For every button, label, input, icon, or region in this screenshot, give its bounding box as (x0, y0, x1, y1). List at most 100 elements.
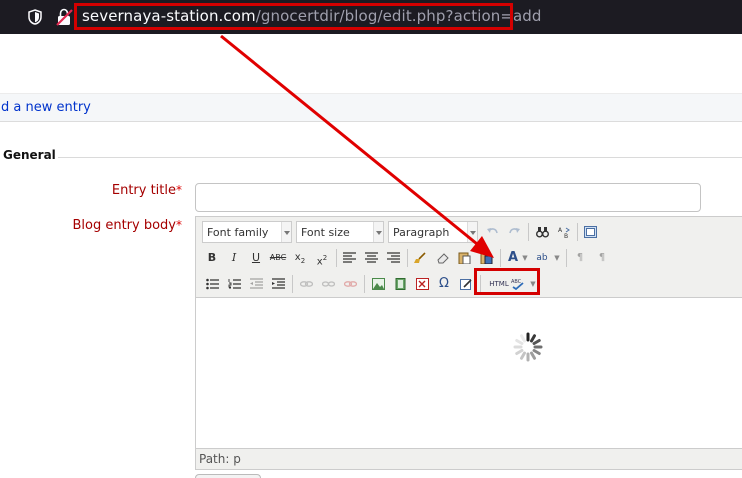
paste-text-icon (458, 252, 470, 264)
image-icon (371, 278, 385, 290)
outdent-icon (249, 278, 263, 289)
undo-button[interactable] (482, 222, 502, 242)
redo-button[interactable] (504, 222, 524, 242)
html-edit-icon (459, 279, 472, 290)
insert-equation-button[interactable] (412, 274, 432, 294)
align-right-button[interactable] (383, 248, 403, 268)
entry-title-label-text: Entry title (111, 183, 176, 198)
toolbar-separator (292, 275, 293, 293)
chevron-down-icon[interactable]: ▼ (520, 248, 530, 268)
required-mark: * (176, 218, 182, 232)
rich-text-editor: Font family Font size Paragraph AB B I U… (195, 216, 742, 470)
fullscreen-icon (583, 226, 597, 238)
section-legend-general[interactable]: General (3, 148, 56, 162)
insert-media-button[interactable] (390, 274, 410, 294)
toolbar-separator (500, 249, 501, 267)
search-button[interactable] (532, 222, 552, 242)
unlink-icon (321, 281, 335, 287)
insert-link-button[interactable] (296, 274, 316, 294)
page-header-area (0, 34, 742, 94)
paragraph-value: Paragraph (393, 226, 450, 239)
superscript-button[interactable]: x2 (312, 248, 332, 268)
redo-icon (508, 228, 520, 234)
entry-title-input[interactable] (195, 183, 701, 212)
blog-body-label-text: Blog entry body (72, 218, 176, 233)
ltr-button[interactable]: ¶ (570, 248, 590, 268)
legend-divider (58, 157, 742, 158)
font-size-value: Font size (301, 226, 350, 239)
toolbar-row-1: Font family Font size Paragraph AB (202, 221, 742, 243)
align-left-icon (342, 252, 356, 263)
svg-text:B: B (564, 233, 568, 238)
remove-format-button[interactable] (432, 248, 452, 268)
loading-spinner-icon (513, 332, 543, 362)
add-entry-link[interactable]: d a new entry (1, 100, 91, 115)
fullscreen-button[interactable] (580, 222, 600, 242)
tracking-shield-icon[interactable] (28, 9, 42, 25)
spellcheck-annotation-box (474, 268, 540, 295)
url-annotation-box (74, 3, 513, 30)
paragraph-format-select[interactable]: Paragraph (388, 221, 478, 243)
editor-path-status: Path: p (199, 452, 241, 466)
rtl-button[interactable]: ¶ (592, 248, 612, 268)
chevron-down-icon (467, 222, 477, 242)
paste-word-icon (480, 252, 492, 264)
media-icon (395, 278, 405, 290)
entry-title-label: Entry title* (112, 183, 182, 198)
eraser-icon (436, 253, 449, 264)
outdent-button[interactable] (246, 274, 266, 294)
submit-button-partial[interactable] (195, 474, 261, 478)
chevron-down-icon[interactable]: ▼ (552, 248, 562, 268)
toolbar-separator (528, 223, 529, 241)
font-size-select[interactable]: Font size (296, 221, 384, 243)
indent-icon (271, 278, 285, 289)
underline-button[interactable]: U (246, 248, 266, 268)
numbered-list-icon (228, 279, 241, 289)
required-mark: * (176, 183, 182, 197)
toolbar-separator (336, 249, 337, 267)
insecure-lock-icon[interactable] (56, 8, 73, 26)
paste-text-button[interactable] (454, 248, 474, 268)
chevron-down-icon (281, 222, 291, 242)
replace-button[interactable]: AB (554, 222, 574, 242)
anchor-icon (343, 281, 357, 287)
strikethrough-button[interactable]: ABC (268, 248, 288, 268)
breadcrumb: d a new entry (0, 94, 742, 122)
toolbar-row-3: Ω HTML ABC ▼ (202, 273, 742, 295)
bullet-list-icon (205, 278, 219, 290)
broom-icon (413, 252, 426, 263)
paste-word-button[interactable] (476, 248, 496, 268)
replace-icon: AB (558, 227, 570, 238)
anchor-button[interactable] (340, 274, 360, 294)
toolbar-separator (566, 249, 567, 267)
align-center-icon (364, 252, 378, 263)
indent-button[interactable] (268, 274, 288, 294)
blog-body-label: Blog entry body* (72, 218, 182, 233)
insert-image-button[interactable] (368, 274, 388, 294)
align-center-button[interactable] (361, 248, 381, 268)
link-icon (299, 281, 313, 287)
special-char-button[interactable]: Ω (434, 274, 454, 294)
chevron-down-icon (373, 222, 383, 242)
numbered-list-button[interactable] (224, 274, 244, 294)
toolbar-separator (364, 275, 365, 293)
unlink-button[interactable] (318, 274, 338, 294)
undo-icon (486, 228, 498, 234)
bullet-list-button[interactable] (202, 274, 222, 294)
equation-icon (415, 278, 429, 290)
svg-text:A: A (558, 227, 563, 234)
toolbar-separator (407, 249, 408, 267)
background-color-button[interactable]: ab (532, 248, 552, 268)
toolbar-separator (577, 223, 578, 241)
italic-button[interactable]: I (224, 248, 244, 268)
font-family-select[interactable]: Font family (202, 221, 292, 243)
align-right-icon (386, 252, 400, 263)
toolbar-row-2: B I U ABC x2 x2 A ▼ ab ▼ ¶ ¶ (202, 247, 742, 269)
bold-button[interactable]: B (202, 248, 222, 268)
binoculars-icon (535, 227, 549, 238)
editor-content-area[interactable] (196, 297, 742, 449)
edit-html-button[interactable] (456, 274, 476, 294)
subscript-button[interactable]: x2 (290, 248, 310, 268)
align-left-button[interactable] (339, 248, 359, 268)
cleanup-button[interactable] (410, 248, 430, 268)
